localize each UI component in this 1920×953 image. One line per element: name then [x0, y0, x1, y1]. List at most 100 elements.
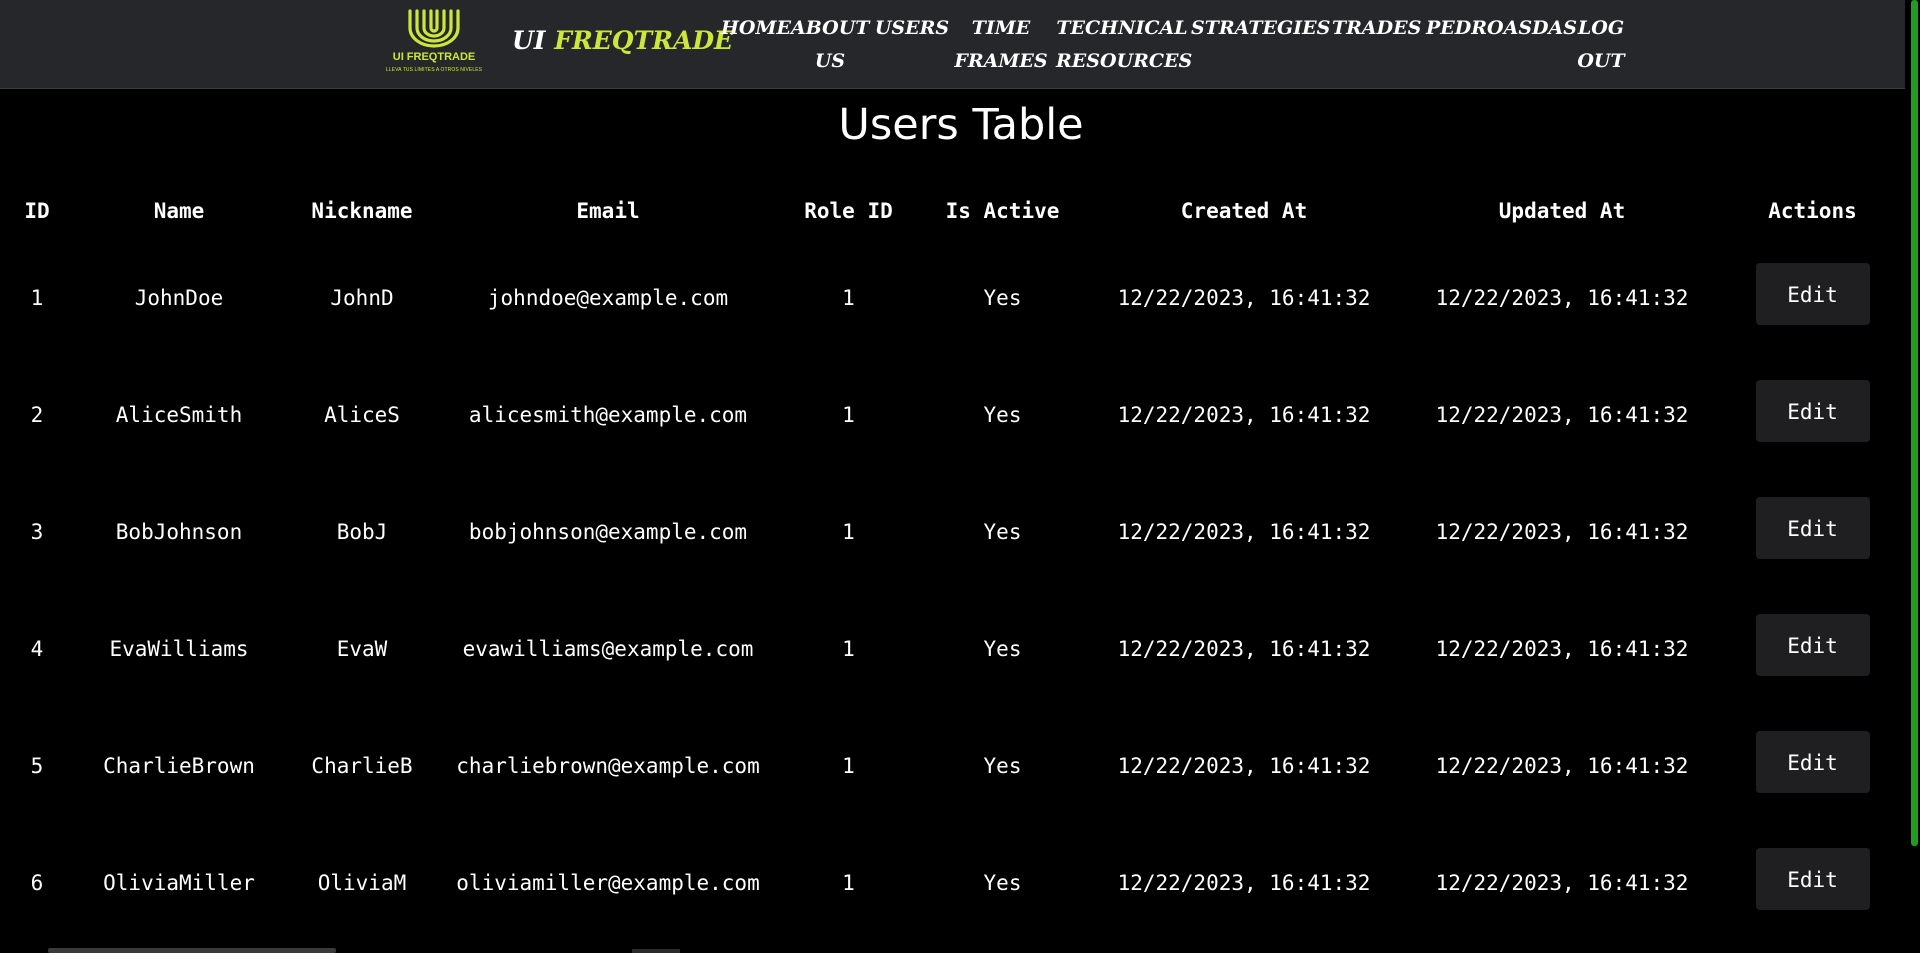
table-row: 5 CharlieBrown CharlieB charliebrown@exa…: [0, 707, 1905, 824]
cell-updated-at: 12/22/2023, 16:41:32: [1435, 519, 1689, 544]
edit-button[interactable]: Edit: [1755, 847, 1870, 910]
table-body: 1 JohnDoe JohnD johndoe@example.com 1 Ye…: [0, 239, 1905, 941]
cell-email: evawilliams@example.com: [462, 636, 754, 661]
logo-u-icon: [408, 9, 460, 48]
cell-id: 1: [30, 285, 44, 310]
cell-nickname: AliceS: [324, 402, 400, 427]
nav-technical-resources[interactable]: TECHNICAL RESOURCES: [1056, 12, 1192, 78]
cell-id: 3: [30, 519, 44, 544]
column-header-id: ID: [24, 199, 50, 223]
cell-actions: Edit: [1720, 707, 1905, 824]
horizontal-scrollbar-segment: [632, 949, 680, 953]
cell-id: 2: [30, 402, 44, 427]
cell-email: charliebrown@example.com: [456, 753, 760, 778]
cell-nickname: OliviaM: [317, 870, 407, 895]
table-header: ID Name Nickname Email Role ID Is Active…: [0, 183, 1905, 239]
cell-role-id: 1: [842, 402, 855, 427]
cell-role-id: 1: [842, 285, 855, 310]
cell-is-active: Yes: [983, 519, 1022, 544]
edit-button[interactable]: Edit: [1755, 730, 1870, 793]
cell-name: AliceSmith: [115, 402, 243, 427]
nav-trades[interactable]: TRADES: [1332, 12, 1421, 45]
users-table: ID Name Nickname Email Role ID Is Active…: [0, 183, 1905, 941]
cell-name: CharlieBrown: [103, 753, 255, 778]
cell-nickname: JohnD: [330, 285, 394, 310]
table-row: 6 OliviaMiller OliviaM oliviamiller@exam…: [0, 824, 1905, 941]
cell-nickname: CharlieB: [311, 753, 413, 778]
column-header-email: Email: [576, 199, 640, 223]
cell-is-active: Yes: [983, 753, 1022, 778]
table-row: 3 BobJohnson BobJ bobjohnson@example.com…: [0, 473, 1905, 590]
cell-name: BobJohnson: [115, 519, 243, 544]
cell-role-id: 1: [842, 636, 855, 661]
cell-created-at: 12/22/2023, 16:41:32: [1117, 285, 1371, 310]
cell-nickname: EvaW: [336, 636, 388, 661]
horizontal-scrollbar-thumb[interactable]: [48, 948, 336, 953]
nav-about-us[interactable]: ABOUT US: [791, 12, 869, 78]
edit-button[interactable]: Edit: [1755, 613, 1870, 676]
edit-button[interactable]: Edit: [1755, 496, 1870, 559]
cell-name: JohnDoe: [134, 285, 224, 310]
page: UI FREQTRADE LLEVA TUS LIMITES A OTROS N…: [0, 0, 1920, 953]
nav-home[interactable]: HOME: [713, 12, 799, 45]
cell-role-id: 1: [842, 519, 855, 544]
logo[interactable]: UI FREQTRADE LLEVA TUS LIMITES A OTROS N…: [370, 6, 498, 82]
cell-updated-at: 12/22/2023, 16:41:32: [1435, 870, 1689, 895]
cell-is-active: Yes: [983, 285, 1022, 310]
cell-updated-at: 12/22/2023, 16:41:32: [1435, 636, 1689, 661]
cell-updated-at: 12/22/2023, 16:41:32: [1435, 753, 1689, 778]
cell-created-at: 12/22/2023, 16:41:32: [1117, 519, 1371, 544]
brand-prefix: UI: [512, 26, 546, 55]
cell-id: 6: [30, 870, 44, 895]
cell-name: EvaWilliams: [109, 636, 249, 661]
table-row: 1 JohnDoe JohnD johndoe@example.com 1 Ye…: [0, 239, 1905, 356]
cell-role-id: 1: [842, 870, 855, 895]
nav-strategies[interactable]: STRATEGIES: [1191, 12, 1330, 45]
logo-tagline: LLEVA TUS LIMITES A OTROS NIVELES: [385, 67, 483, 73]
cell-is-active: Yes: [983, 402, 1022, 427]
cell-actions: Edit: [1720, 356, 1905, 473]
cell-role-id: 1: [842, 753, 855, 778]
cell-updated-at: 12/22/2023, 16:41:32: [1435, 285, 1689, 310]
cell-id: 5: [30, 753, 44, 778]
cell-id: 4: [30, 636, 44, 661]
column-header-created-at: Created At: [1180, 199, 1308, 223]
edit-button[interactable]: Edit: [1755, 262, 1870, 325]
cell-created-at: 12/22/2023, 16:41:32: [1117, 402, 1371, 427]
cell-updated-at: 12/22/2023, 16:41:32: [1435, 402, 1689, 427]
cell-is-active: Yes: [983, 870, 1022, 895]
table-row: 4 EvaWilliams EvaW evawilliams@example.c…: [0, 590, 1905, 707]
column-header-updated-at: Updated At: [1498, 199, 1626, 223]
page-title: Users Table: [838, 100, 1084, 150]
cell-email: alicesmith@example.com: [468, 402, 748, 427]
nav-users[interactable]: USERS: [873, 12, 951, 45]
column-header-actions: Actions: [1768, 199, 1857, 223]
brand-suffix: FREQTRADE: [554, 26, 734, 55]
cell-email: bobjohnson@example.com: [468, 519, 748, 544]
cell-email: oliviamiller@example.com: [456, 870, 760, 895]
nav-pedroasdas[interactable]: PEDROASDAS: [1426, 12, 1577, 45]
cell-email: johndoe@example.com: [487, 285, 729, 310]
column-header-is-active: Is Active: [945, 199, 1060, 223]
column-header-nickname: Nickname: [311, 199, 413, 223]
cell-name: OliviaMiller: [103, 870, 255, 895]
cell-actions: Edit: [1720, 590, 1905, 707]
cell-created-at: 12/22/2023, 16:41:32: [1117, 753, 1371, 778]
cell-nickname: BobJ: [336, 519, 388, 544]
logo-text: UI FREQTRADE: [392, 51, 476, 63]
column-header-role-id: Role ID: [804, 199, 893, 223]
cell-actions: Edit: [1720, 239, 1905, 356]
nav-log-out[interactable]: LOG OUT: [1571, 12, 1631, 78]
edit-button[interactable]: Edit: [1755, 379, 1870, 442]
nav-time-frames[interactable]: TIME FRAMES: [953, 12, 1049, 78]
brand-name[interactable]: UI FREQTRADE: [512, 26, 733, 55]
navbar: UI FREQTRADE LLEVA TUS LIMITES A OTROS N…: [0, 0, 1905, 89]
cell-created-at: 12/22/2023, 16:41:32: [1117, 870, 1371, 895]
cell-is-active: Yes: [983, 636, 1022, 661]
cell-actions: Edit: [1720, 473, 1905, 590]
vertical-scrollbar-thumb[interactable]: [1911, 0, 1918, 846]
table-row: 2 AliceSmith AliceS alicesmith@example.c…: [0, 356, 1905, 473]
cell-created-at: 12/22/2023, 16:41:32: [1117, 636, 1371, 661]
header-row: ID Name Nickname Email Role ID Is Active…: [0, 183, 1905, 239]
cell-actions: Edit: [1720, 824, 1905, 941]
